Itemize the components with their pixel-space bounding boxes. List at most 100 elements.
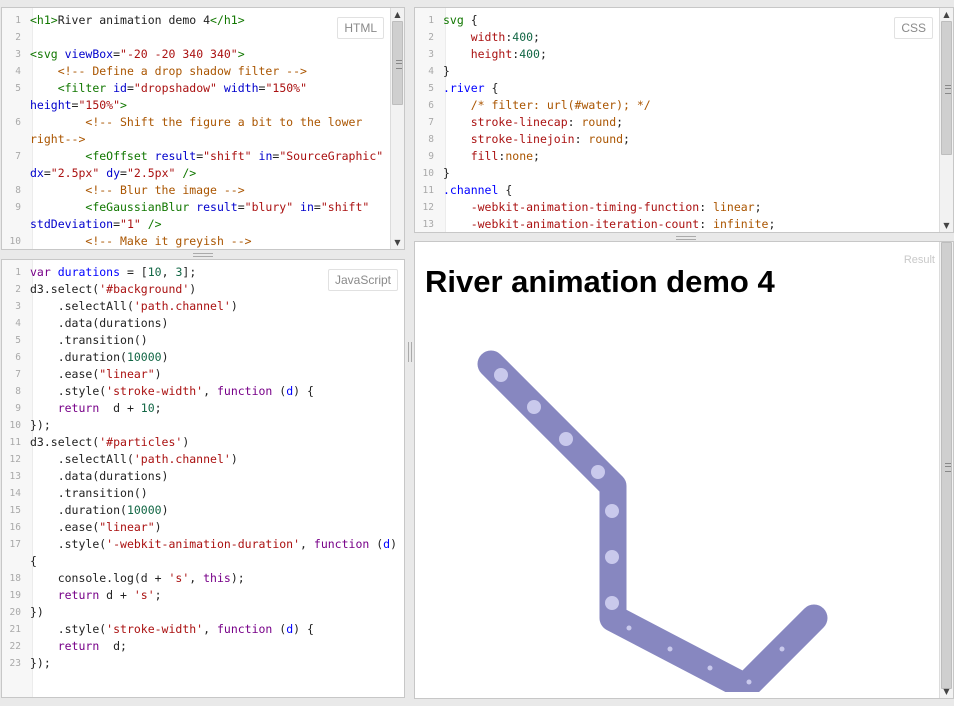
- result-panel[interactable]: River animation demo 4 Result ▼: [414, 241, 954, 699]
- scroll-down-arrow-icon[interactable]: ▼: [940, 685, 953, 698]
- code-text: <h1>River animation demo 4</h1>: [30, 13, 245, 27]
- code-line[interactable]: 3 height:400;: [415, 46, 939, 63]
- code-text: .duration(10000): [30, 350, 169, 364]
- code-text: fill:none;: [470, 149, 540, 163]
- code-line[interactable]: 15 .duration(10000): [2, 502, 404, 519]
- code-line[interactable]: 13 -webkit-animation-iteration-count: in…: [415, 216, 939, 232]
- code-line[interactable]: 9 <feGaussianBlur result="blury" in="shi…: [2, 199, 390, 233]
- code-line[interactable]: 8 stroke-linejoin: round;: [415, 131, 939, 148]
- code-line[interactable]: 1 <h1>River animation demo 4</h1>: [2, 12, 390, 29]
- code-text: }: [443, 64, 450, 78]
- code-line[interactable]: 8 .style('stroke-width', function (d) {: [2, 383, 404, 400]
- code-line[interactable]: 13 .data(durations): [2, 468, 404, 485]
- css-code-area[interactable]: 1 svg {2 width:400; 3 height:400; 4} 5 .river…: [415, 8, 939, 232]
- code-line[interactable]: 22 return d;: [2, 638, 404, 655]
- code-line[interactable]: 10 <!-- Make it greyish -->: [2, 233, 390, 249]
- code-line[interactable]: 4 <!-- Define a drop shadow filter -->: [2, 63, 390, 80]
- line-number: 2: [428, 32, 434, 43]
- js-editor-panel[interactable]: 1 var durations = [10, 3]; 2 d3.select('#ba…: [1, 259, 405, 698]
- css-scrollbar[interactable]: ▲ ▼: [939, 8, 953, 232]
- column-splitter-handle[interactable]: [408, 342, 412, 362]
- result-scrollbar[interactable]: ▼: [939, 242, 953, 698]
- code-line[interactable]: 23});: [2, 655, 404, 672]
- code-line[interactable]: 9 fill:none;: [415, 148, 939, 165]
- line-number: 10: [9, 420, 21, 431]
- line-number: 13: [422, 219, 434, 230]
- line-number: 14: [9, 488, 21, 499]
- code-text: <feOffset result="shift" in="SourceGraph…: [30, 149, 390, 180]
- code-line[interactable]: 21 .style('stroke-width', function (d) {: [2, 621, 404, 638]
- code-line[interactable]: 16 .ease("linear"): [2, 519, 404, 536]
- line-number: 4: [15, 66, 21, 77]
- code-line[interactable]: 12 .selectAll('path.channel'): [2, 451, 404, 468]
- css-scroll-thumb[interactable]: [941, 21, 952, 155]
- code-line[interactable]: 1 svg {: [415, 12, 939, 29]
- code-text: .style('stroke-width', function (d) {: [30, 622, 314, 636]
- code-line[interactable]: 7 .ease("linear"): [2, 366, 404, 383]
- code-line[interactable]: 6 <!-- Shift the figure a bit to the low…: [2, 114, 390, 148]
- code-line[interactable]: 3 .selectAll('path.channel'): [2, 298, 404, 315]
- code-line[interactable]: 5 <filter id="dropshadow" width="150%" h…: [2, 80, 390, 114]
- code-line[interactable]: 5 .transition(): [2, 332, 404, 349]
- code-line[interactable]: 2: [2, 29, 390, 46]
- html-code-lines[interactable]: 1 <h1>River animation demo 4</h1> 2 3 <svg v…: [2, 12, 390, 249]
- particle: [605, 504, 619, 518]
- code-line[interactable]: 11 .channel {: [415, 182, 939, 199]
- code-line[interactable]: 20}): [2, 604, 404, 621]
- code-line[interactable]: 2 width:400;: [415, 29, 939, 46]
- code-line[interactable]: 12 -webkit-animation-timing-function: li…: [415, 199, 939, 216]
- line-number: 5: [15, 83, 21, 94]
- code-line[interactable]: 4 .data(durations): [2, 315, 404, 332]
- code-line[interactable]: 3 <svg viewBox="-20 -20 340 340">: [2, 46, 390, 63]
- line-number: 5: [428, 83, 434, 94]
- code-line[interactable]: 11 d3.select('#particles'): [2, 434, 404, 451]
- code-text: .selectAll('path.channel'): [30, 299, 238, 313]
- code-line[interactable]: 8 <!-- Blur the image -->: [2, 182, 390, 199]
- line-number: 10: [422, 168, 434, 179]
- css-code-lines[interactable]: 1 svg {2 width:400; 3 height:400; 4} 5 .river…: [415, 12, 939, 232]
- scroll-up-arrow-icon[interactable]: ▲: [391, 8, 404, 21]
- code-line[interactable]: 19 return d + 's';: [2, 587, 404, 604]
- css-editor-panel[interactable]: 1 svg {2 width:400; 3 height:400; 4} 5 .river…: [414, 7, 954, 233]
- html-code-area[interactable]: 1 <h1>River animation demo 4</h1> 2 3 <svg v…: [2, 8, 390, 249]
- code-line[interactable]: 14 .transition(): [2, 485, 404, 502]
- particle: [527, 400, 541, 414]
- code-text: .channel {: [443, 183, 513, 197]
- particle: [494, 368, 508, 382]
- particle: [605, 550, 619, 564]
- code-line[interactable]: 9 return d + 10;: [2, 400, 404, 417]
- line-number: 6: [15, 352, 21, 363]
- code-line[interactable]: 10});: [2, 417, 404, 434]
- code-line[interactable]: 4}: [415, 63, 939, 80]
- code-text: .selectAll('path.channel'): [30, 452, 238, 466]
- code-line[interactable]: 7 <feOffset result="shift" in="SourceGra…: [2, 148, 390, 182]
- code-line[interactable]: 10}: [415, 165, 939, 182]
- code-line[interactable]: 7 stroke-linecap: round;: [415, 114, 939, 131]
- line-number: 8: [428, 134, 434, 145]
- code-text: return d + 10;: [57, 401, 162, 415]
- html-scrollbar[interactable]: ▲ ▼: [390, 8, 404, 249]
- code-text: .data(durations): [30, 316, 169, 330]
- code-line[interactable]: 6 /* filter: url(#water); */: [415, 97, 939, 114]
- code-line[interactable]: 5 .river {: [415, 80, 939, 97]
- code-text: height:400;: [470, 47, 547, 61]
- result-scroll-thumb[interactable]: [941, 242, 952, 689]
- scroll-down-arrow-icon[interactable]: ▼: [940, 219, 953, 232]
- html-scroll-thumb[interactable]: [392, 21, 403, 105]
- css-result-splitter-handle[interactable]: [676, 236, 696, 240]
- line-number: 22: [9, 641, 21, 652]
- code-text: d3.select('#background'): [30, 282, 197, 296]
- scroll-up-arrow-icon[interactable]: ▲: [940, 8, 953, 21]
- particle: [559, 432, 573, 446]
- html-js-splitter-handle[interactable]: [193, 253, 213, 257]
- scroll-down-arrow-icon[interactable]: ▼: [391, 236, 404, 249]
- code-line[interactable]: 17 .style('-webkit-animation-duration', …: [2, 536, 404, 570]
- code-line[interactable]: 18 console.log(d + 's', this);: [2, 570, 404, 587]
- js-code-area[interactable]: 1 var durations = [10, 3]; 2 d3.select('#ba…: [2, 260, 404, 697]
- js-code-lines[interactable]: 1 var durations = [10, 3]; 2 d3.select('#ba…: [2, 264, 404, 672]
- line-number: 18: [9, 573, 21, 584]
- html-editor-panel[interactable]: 1 <h1>River animation demo 4</h1> 2 3 <svg v…: [1, 7, 405, 250]
- line-number: 16: [9, 522, 21, 533]
- code-text: .transition(): [30, 486, 148, 500]
- code-line[interactable]: 6 .duration(10000): [2, 349, 404, 366]
